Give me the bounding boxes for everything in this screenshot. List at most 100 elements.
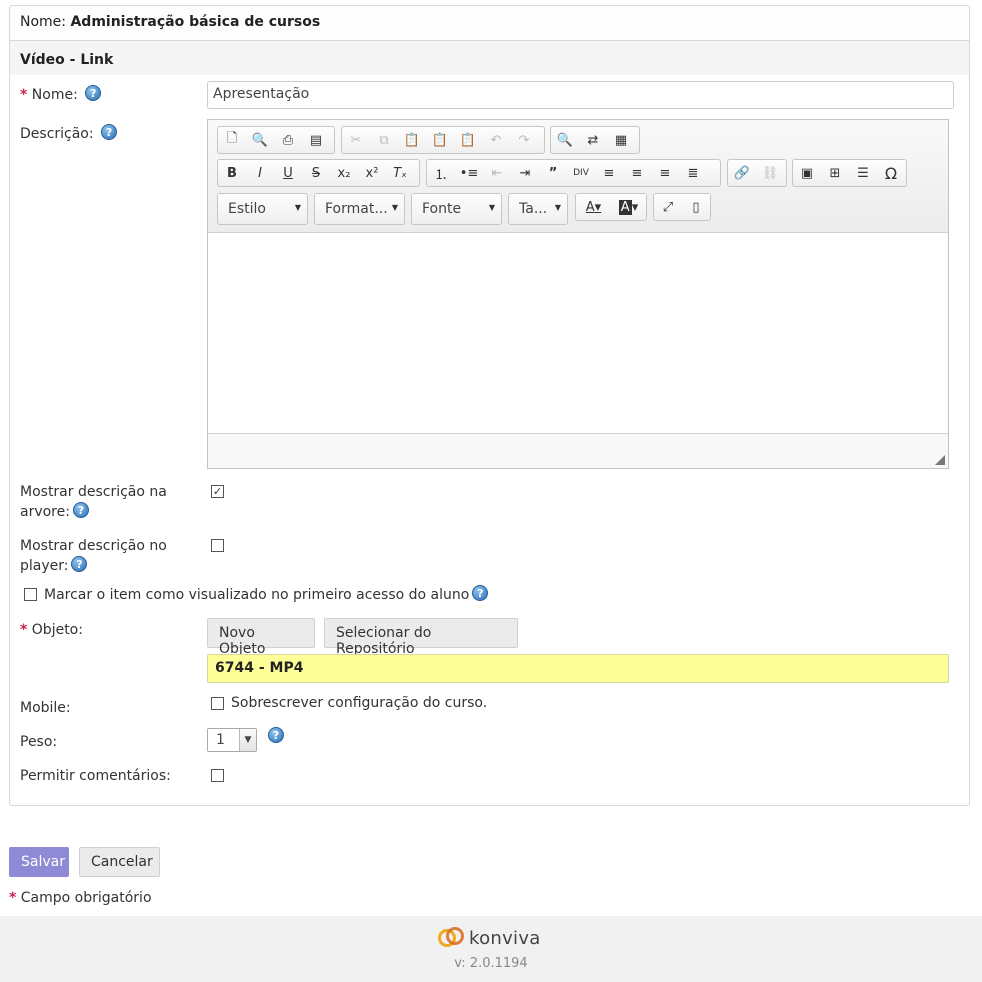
konviva-logo-word: konviva [469, 927, 541, 949]
chevron-down-icon: ▼ [294, 203, 301, 212]
remove-format-icon[interactable]: Tₓ [386, 160, 414, 186]
objeto-label: * Objeto: [20, 620, 83, 640]
toolbar-group-clipboard: ✂ ⧉ 📋 📋 📋 ↶ ↷ [341, 126, 545, 154]
find-icon[interactable]: 🔍 [551, 127, 579, 153]
select-all-icon[interactable]: ▦ [607, 127, 635, 153]
cut-icon[interactable]: ✂ [342, 127, 370, 153]
nome-input[interactable]: Apresentação [207, 81, 954, 109]
selected-object: 6744 - MP4 [207, 654, 949, 683]
font-dropdown[interactable]: Fonte ▼ [411, 193, 502, 225]
sobrescrever-label: Sobrescrever configuração do curso. [231, 695, 488, 711]
mostrar-arvore-label-line1: Mostrar descrição na [20, 484, 167, 500]
justify-icon[interactable]: ≣ [679, 160, 707, 186]
link-icon[interactable]: 🔗 [728, 160, 756, 186]
table-icon[interactable]: ⊞ [821, 160, 849, 186]
font-dropdown-label: Fonte [422, 201, 462, 217]
indent-icon[interactable]: ⇥ [511, 160, 539, 186]
strike-icon[interactable]: S [302, 160, 330, 186]
mostrar-player-label-line2: player: [20, 558, 69, 574]
div-icon[interactable]: DIV [567, 160, 595, 186]
mostrar-player-checkbox[interactable] [211, 539, 224, 552]
horizontal-line-icon[interactable]: ☰ [849, 160, 877, 186]
cancel-button[interactable]: Cancelar [79, 847, 160, 877]
maximize-icon[interactable]: ⤢ [654, 194, 682, 220]
help-icon[interactable]: ? [472, 585, 489, 601]
help-icon[interactable]: ? [71, 556, 88, 572]
toolbar-group-tools: ⤢ ▯ [653, 193, 711, 221]
editor-content-area[interactable] [208, 233, 948, 434]
marcar-visualizado-checkbox[interactable] [24, 588, 37, 601]
help-icon[interactable]: ? [72, 502, 89, 518]
course-name-bar: Nome: Administração básica de cursos [9, 5, 970, 41]
italic-icon[interactable]: I [246, 160, 274, 186]
save-button[interactable]: Salvar [9, 847, 69, 877]
superscript-icon[interactable]: x² [358, 160, 386, 186]
format-dropdown[interactable]: Format... ▼ [314, 193, 405, 225]
resize-handle-icon[interactable] [935, 455, 945, 465]
replace-icon[interactable]: ⇄ [579, 127, 607, 153]
preview-icon[interactable]: 🔍 [246, 127, 274, 153]
panel-title: Vídeo - Link [10, 41, 969, 75]
sobrescrever-checkbox[interactable] [211, 697, 224, 710]
style-dropdown[interactable]: Estilo ▼ [217, 193, 308, 225]
align-right-icon[interactable]: ≡ [651, 160, 679, 186]
underline-icon[interactable]: U [274, 160, 302, 186]
special-char-icon[interactable]: Ω [877, 160, 905, 186]
paste-icon[interactable]: 📋 [398, 127, 426, 153]
paste-text-icon[interactable]: 📋 [426, 127, 454, 153]
blockquote-icon[interactable]: ” [539, 160, 567, 186]
bulleted-list-icon[interactable]: •≡ [455, 160, 483, 186]
copy-icon[interactable]: ⧉ [370, 127, 398, 153]
comentarios-checkbox[interactable] [211, 769, 224, 782]
help-icon[interactable]: ? [268, 727, 284, 743]
style-dropdown-label: Estilo [228, 201, 266, 217]
help-icon[interactable]: ? [101, 124, 118, 140]
chevron-down-icon: ▼ [488, 203, 495, 212]
size-dropdown-label: Ta... [519, 201, 548, 217]
text-color-icon[interactable]: A▾ [576, 194, 611, 220]
konviva-logo-icon [437, 925, 465, 951]
bg-color-icon[interactable]: A ▾ [611, 194, 646, 220]
redo-icon[interactable]: ↷ [510, 127, 538, 153]
mostrar-player-label-line1: Mostrar descrição no [20, 538, 167, 554]
course-name-value: Administração básica de cursos [70, 14, 321, 30]
help-icon[interactable]: ? [85, 85, 102, 101]
mostrar-arvore-checkbox[interactable]: ✓ [211, 485, 224, 498]
image-icon[interactable]: ▣ [793, 160, 821, 186]
outdent-icon[interactable]: ⇤ [483, 160, 511, 186]
required-legend: * Campo obrigatório [9, 888, 152, 908]
chevron-down-icon: ▼ [554, 203, 561, 212]
course-name-label: Nome: [20, 14, 67, 30]
new-page-icon[interactable]: 🗋 [218, 127, 246, 153]
rich-text-editor: 🗋 🔍 ⎙ ▤ ✂ ⧉ 📋 📋 📋 ↶ ↷ 🔍 ⇄ ▦ B I U S x₂ x… [207, 119, 949, 469]
subscript-icon[interactable]: x₂ [330, 160, 358, 186]
peso-select[interactable]: 1 ▼ [207, 728, 257, 752]
konviva-logo: konviva [437, 925, 541, 951]
version-text: v: 2.0.1194 [454, 956, 528, 971]
print-icon[interactable]: ⎙ [274, 127, 302, 153]
peso-label: Peso: [20, 734, 58, 750]
descricao-label: Descrição: ? [20, 124, 118, 144]
align-center-icon[interactable]: ≡ [623, 160, 651, 186]
templates-icon[interactable]: ▤ [302, 127, 330, 153]
chevron-down-icon: ▼ [239, 729, 256, 751]
toolbar-group-links: 🔗 ⛓ [727, 159, 787, 187]
undo-icon[interactable]: ↶ [482, 127, 510, 153]
editor-toolbar: 🗋 🔍 ⎙ ▤ ✂ ⧉ 📋 📋 📋 ↶ ↷ 🔍 ⇄ ▦ B I U S x₂ x… [208, 120, 948, 233]
required-asterisk: * [20, 622, 28, 638]
marcar-visualizado-label: Marcar o item como visualizado no primei… [44, 585, 489, 605]
format-dropdown-label: Format... [325, 201, 388, 217]
selecionar-repositorio-button[interactable]: Selecionar do Repositório [324, 618, 518, 657]
novo-objeto-button[interactable]: Novo Objeto [207, 618, 315, 657]
paste-word-icon[interactable]: 📋 [454, 127, 482, 153]
numbered-list-icon[interactable]: ⒈ [427, 160, 455, 186]
chevron-down-icon: ▼ [391, 203, 398, 212]
size-dropdown[interactable]: Ta... ▼ [508, 193, 568, 225]
bold-icon[interactable]: B [218, 160, 246, 186]
required-asterisk: * [9, 890, 17, 906]
nome-label: * Nome: ? [20, 85, 102, 105]
unlink-icon[interactable]: ⛓ [756, 160, 784, 186]
show-blocks-icon[interactable]: ▯ [682, 194, 710, 220]
align-left-icon[interactable]: ≡ [595, 160, 623, 186]
toolbar-group-editing: 🔍 ⇄ ▦ [550, 126, 640, 154]
